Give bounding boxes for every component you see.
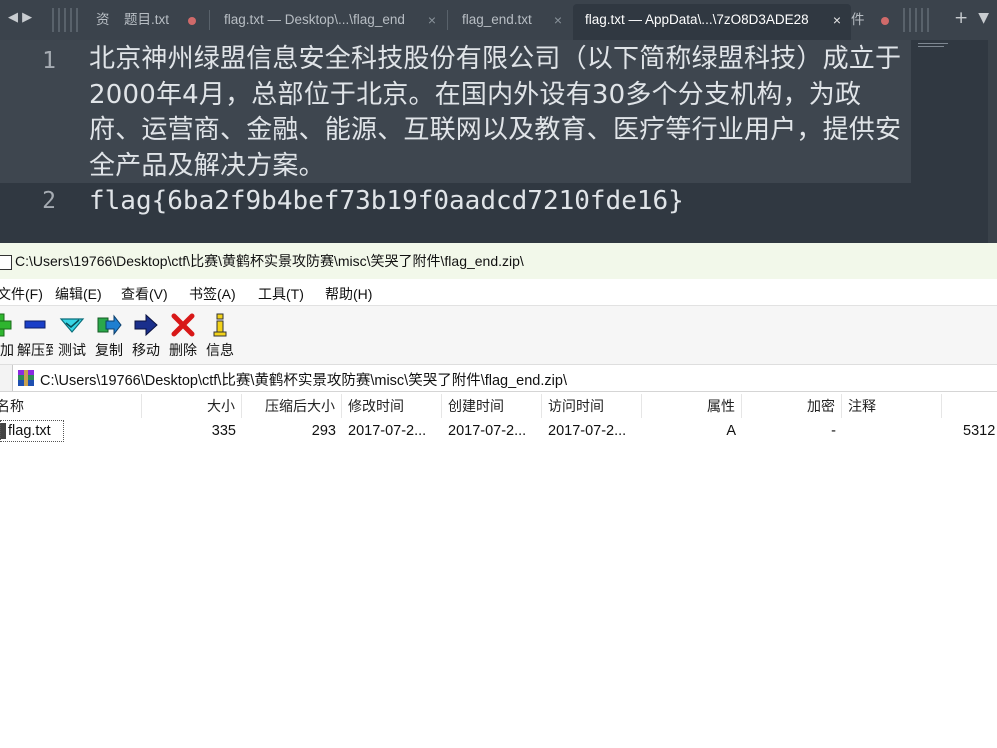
extract-button[interactable]: 解压到 [17,308,53,364]
tab-divider [209,10,210,30]
text-editor-window: ◀ ▶ 资 题目.txt flag.txt — Desktop\...\flag… [0,0,997,243]
col-comment[interactable]: 注释 [842,394,942,418]
archive-path: C:\Users\19766\Desktop\ctf\比赛\黄鹤杯实景攻防赛\m… [40,373,567,389]
tab-grip-icon [52,8,78,32]
up-folder-button[interactable] [0,365,13,391]
tab-flag-appdata[interactable]: flag.txt — AppData\...\7zO8D3ADE28 × [573,4,851,40]
move-button[interactable]: 移动 [128,308,164,364]
table-row[interactable]: flag.txt 335 293 2017-07-2... 2017-07-2.… [0,419,997,443]
file-attributes: A [726,423,736,439]
checkmark-icon [59,318,85,333]
archive-app-icon [0,255,12,270]
close-icon[interactable]: × [554,4,562,36]
menu-file[interactable]: 文件(F) [0,284,43,304]
test-label: 测试 [58,342,86,358]
delete-button[interactable]: 删除 [165,308,201,364]
address-bar[interactable]: C:\Users\19766\Desktop\ctf\比赛\黄鹤杯实景攻防赛\m… [0,365,997,392]
extract-label: 解压到 [17,342,53,358]
tab-flag-desktop[interactable]: flag.txt — Desktop\...\flag_end × [212,4,446,40]
info-button[interactable]: 信息 [202,308,238,364]
tab-partial-right[interactable]: 件 [851,4,897,40]
tab-label: 资 [96,12,110,27]
new-tab-icon[interactable]: + [954,8,968,28]
col-encrypted[interactable]: 加密 [742,394,842,418]
tab-nav-arrows[interactable]: ◀ ▶ [8,10,32,25]
tab-label: flag_end.txt [462,12,532,27]
close-icon[interactable]: × [428,4,436,36]
col-attributes[interactable]: 属性 [642,394,742,418]
file-packed-size: 293 [311,423,336,439]
col-created[interactable]: 创建时间 [442,394,542,418]
minimap[interactable] [918,43,948,51]
menu-tools[interactable]: 工具(T) [258,284,304,304]
menu-bookmarks[interactable]: 书签(A) [189,284,236,304]
copy-button[interactable]: 复制 [91,308,127,364]
menu-help[interactable]: 帮助(H) [325,284,372,304]
tab-bar: ◀ ▶ 资 题目.txt flag.txt — Desktop\...\flag… [0,0,997,40]
test-button[interactable]: 测试 [54,308,90,364]
tab-label: 题目.txt [124,12,170,27]
window-title: C:\Users\19766\Desktop\ctf\比赛\黄鹤杯实景攻防赛\m… [15,253,524,269]
tab-grip-icon [903,8,929,32]
menu-bar: 文件(F) 编辑(E) 查看(V) 书签(A) 工具(T) 帮助(H) [0,279,997,306]
menu-edit[interactable]: 编辑(E) [55,284,102,304]
tab-partial-left[interactable]: 资 [90,4,114,40]
unsaved-dot-icon [881,17,889,25]
rar-archive-icon [18,370,34,386]
code-area[interactable]: 北京神州绿盟信息安全科技股份有限公司（以下简称绿盟科技）成立于2000年4月，总… [81,40,911,243]
move-label: 移动 [132,342,160,358]
title-bar: C:\Users\19766\Desktop\ctf\比赛\黄鹤杯实景攻防赛\m… [0,243,997,279]
tab-label: flag.txt — AppData\...\7zO8D3ADE28 [585,12,809,27]
move-arrow-icon [134,313,158,337]
add-label: 添加 [0,342,14,358]
file-crc: 5312 [963,423,996,439]
file-size: 335 [211,423,236,439]
vertical-scrollbar[interactable] [988,40,997,243]
file-name: flag.txt [8,423,51,439]
tab-menu-icon[interactable]: ▼ [978,10,989,26]
minus-icon [24,320,46,329]
menu-view[interactable]: 查看(V) [121,284,168,304]
archive-window: C:\Users\19766\Desktop\ctf\比赛\黄鹤杯实景攻防赛\m… [0,243,997,748]
col-accessed[interactable]: 访问时间 [542,394,642,418]
file-created: 2017-07-2... [448,423,527,439]
copy-arrow-icon [97,314,122,336]
code-line: 北京神州绿盟信息安全科技股份有限公司（以下简称绿盟科技）成立于2000年4月，总… [89,44,902,181]
unsaved-dot-icon [188,17,196,25]
line-number: 1 [42,48,56,74]
toolbar: 添加 解压到 测试 复制 移动 [0,306,997,365]
tab-label: flag.txt — Desktop\...\flag_end [224,12,405,27]
column-header: 名称 大小 压缩后大小 修改时间 创建时间 访问时间 属性 加密 注释 [0,394,997,418]
line-number: 2 [42,188,56,214]
file-comment [842,419,942,443]
file-encrypted: - [831,423,836,439]
close-icon[interactable]: × [833,4,841,36]
tab-label: 件 [851,12,865,27]
copy-label: 复制 [95,342,123,358]
file-modified: 2017-07-2... [348,423,427,439]
tab-tools: + ▼ [954,8,989,28]
code-line: flag{6ba2f9b4bef73b19f0aadcd7210fde16} [89,186,684,216]
tab-divider [447,10,448,30]
delete-x-icon [171,313,195,337]
file-accessed: 2017-07-2... [548,423,627,439]
col-packed[interactable]: 压缩后大小 [242,394,342,418]
delete-label: 删除 [169,342,197,358]
info-label: 信息 [206,342,234,358]
col-size[interactable]: 大小 [142,394,242,418]
col-modified[interactable]: 修改时间 [342,394,442,418]
col-name[interactable]: 名称 [0,394,142,418]
add-icon [0,313,12,337]
tab-flag-end[interactable]: flag_end.txt × [450,4,572,40]
line-gutter: 1 2 [0,40,81,243]
tab-timu[interactable]: 题目.txt [112,4,208,40]
info-icon [213,313,227,337]
